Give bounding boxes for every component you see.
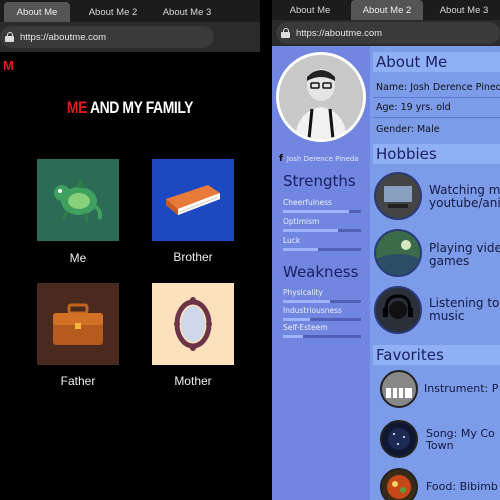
strength-label: Luck [283, 236, 301, 245]
hobby-text: Listening to music [429, 296, 500, 323]
lock-icon [5, 32, 14, 42]
strength-fill [283, 229, 338, 232]
hobby-text: Watching m youtube/ani [429, 183, 500, 210]
family-card-father[interactable] [37, 283, 119, 365]
weakness-label: Industriousness [283, 306, 342, 315]
strength-fill [283, 210, 350, 213]
page-title-rest: AND MY FAMILY [89, 98, 194, 117]
tab-about-me-2[interactable]: About Me 2 [78, 2, 148, 22]
page-title-highlight: ME [66, 98, 88, 117]
weakness-label: Physicality [283, 288, 323, 297]
strength-fill [283, 248, 319, 251]
lock-icon [281, 28, 290, 38]
strength-label: Optimism [283, 217, 320, 226]
screenshot-stage: About Me About Me 2 About Me 3 https://a… [0, 0, 500, 500]
avatar-photo [279, 55, 363, 139]
about-gender: Gender: Male [376, 124, 440, 135]
url-bar[interactable]: https://aboutme.com [0, 26, 214, 48]
family-card-brother[interactable] [152, 159, 234, 241]
weakness-heading: Weakness [283, 263, 359, 281]
briefcase-icon [53, 303, 103, 345]
right-phone-screen: About Me About Me 2 About Me 3 https://a… [272, 0, 500, 500]
mirror-icon [174, 297, 212, 351]
hobbies-heading: Hobbies [373, 144, 500, 164]
avatar [276, 52, 366, 142]
about-age: Age: 19 yrs. old [376, 102, 451, 113]
divider [373, 97, 500, 98]
weakness-bar [283, 300, 361, 303]
strength-label: Cheerfulness [283, 198, 332, 207]
left-phone-screen: About Me About Me 2 About Me 3 https://a… [0, 0, 260, 500]
tab-about-me[interactable]: About Me [278, 0, 342, 20]
favorite-text: Song: My Co Town [426, 427, 495, 452]
tab-about-me-2[interactable]: About Me 2 [351, 0, 423, 20]
browser-tab-bar: About Me About Me 2 About Me 3 [0, 0, 260, 22]
strength-bar [283, 229, 361, 232]
strengths-heading: Strengths [283, 172, 356, 190]
weakness-bar [283, 318, 361, 321]
facebook-icon: f [279, 154, 283, 164]
url-bar[interactable]: https://aboutme.com [276, 22, 500, 44]
dragon-icon [54, 179, 103, 222]
hobby-image-music [374, 286, 422, 334]
family-card-label: Mother [174, 374, 212, 388]
family-card-label: Brother [173, 250, 213, 264]
family-card-me[interactable] [37, 159, 119, 241]
book-icon [166, 185, 220, 215]
tab-about-me[interactable]: About Me [4, 2, 70, 22]
weakness-fill [283, 318, 311, 321]
page-title: ME AND MY FAMILY [23, 98, 236, 118]
strength-bar [283, 248, 361, 251]
family-card-label: Father [60, 374, 96, 388]
favorite-image-instrument [380, 370, 418, 408]
url-text: https://aboutme.com [20, 31, 107, 43]
favorite-image-food [380, 468, 418, 500]
weakness-fill [283, 300, 330, 303]
favorite-text: Food: Bibimb [426, 480, 498, 493]
browser-tab-bar: About Me About Me 2 About Me 3 [272, 0, 500, 20]
favorite-image-song [380, 420, 418, 458]
hobby-image-games [374, 229, 422, 277]
hobby-text: Playing vide games [429, 241, 500, 268]
weakness-label: Self-Esteem [283, 323, 328, 332]
strength-bar [283, 210, 361, 213]
facebook-link[interactable]: f Josh Derence Pineda [279, 154, 359, 164]
tab-about-me-3[interactable]: About Me 3 [152, 2, 222, 22]
site-logo[interactable]: M [3, 58, 14, 73]
facebook-name: Josh Derence Pineda [286, 155, 359, 163]
weakness-fill [283, 335, 303, 338]
family-card-label: Me [69, 251, 87, 265]
favorite-text: Instrument: P [424, 382, 499, 395]
weakness-bar [283, 335, 361, 338]
url-text: https://aboutme.com [296, 27, 383, 39]
tab-about-me-3[interactable]: About Me 3 [428, 0, 500, 20]
divider [373, 117, 500, 118]
about-name: Name: Josh Derence Pineda [376, 82, 500, 93]
family-card-mother[interactable] [152, 283, 234, 365]
favorites-heading: Favorites [373, 345, 500, 365]
hobby-image-watching [374, 172, 422, 220]
about-heading: About Me [373, 52, 500, 72]
